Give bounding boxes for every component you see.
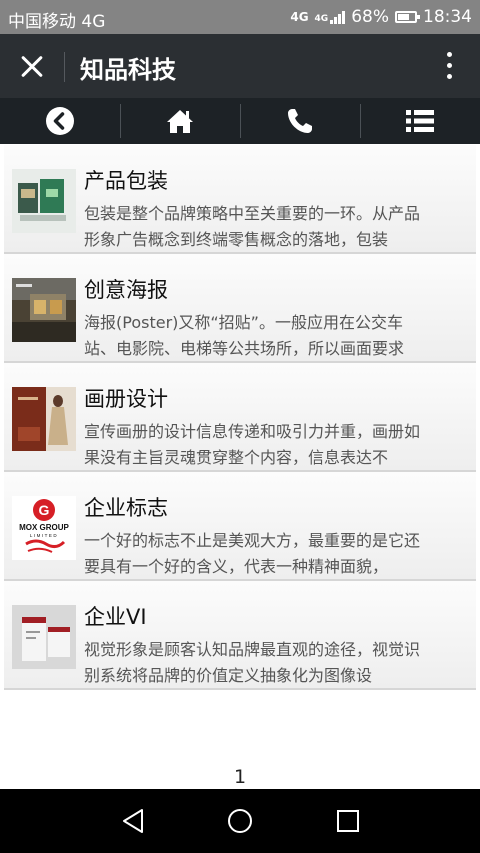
system-recents-icon[interactable] <box>334 807 362 835</box>
list-item[interactable]: G MOX GROUP LIMITED 企业标志 一个好的标志不止是美观大方，最… <box>4 472 476 581</box>
close-icon[interactable] <box>14 48 50 84</box>
status-bar: 中国移动 4G 4G 4G 68% 18:34 <box>0 0 480 34</box>
article-list: 产品包装 包装是整个品牌策略中至关重要的一环。从产品形象广告概念到终端零售概念的… <box>4 145 476 690</box>
item-title: 企业VI <box>84 605 147 629</box>
item-title: 产品包装 <box>84 169 168 193</box>
system-back-icon[interactable] <box>120 807 148 835</box>
nav-home-button[interactable] <box>120 98 240 144</box>
item-description: 视觉形象是顾客认知品牌最直观的途径，视觉识别系统将品牌的价值定义抽象化为图像设 <box>84 640 421 685</box>
item-description: 包装是整个品牌策略中至关重要的一环。从产品形象广告概念到终端零售概念的落地，包装 <box>84 204 421 249</box>
list-item[interactable]: 画册设计 宣传画册的设计信息传递和吸引力并重，画册如果没有主旨灵魂贯穿整个内容，… <box>4 363 476 472</box>
system-nav-bar <box>0 789 480 853</box>
status-icons: 4G 4G 68% 18:34 <box>290 7 472 27</box>
back-circle-icon <box>46 107 74 135</box>
item-description: 宣传画册的设计信息传递和吸引力并重，画册如果没有主旨灵魂贯穿整个内容，信息表达不 <box>84 422 421 467</box>
more-options-icon[interactable] <box>446 52 454 80</box>
network-type-label-2: 4G <box>314 14 329 24</box>
page-title: 知品科技 <box>80 56 176 84</box>
packaging-thumbnail <box>12 169 76 233</box>
nav-phone-button[interactable] <box>240 98 360 144</box>
battery-percent: 68% <box>351 7 389 27</box>
page-number: 1 <box>233 766 247 788</box>
logo-name-text: MOX GROUP <box>19 523 69 532</box>
logo-thumbnail: G MOX GROUP LIMITED <box>12 496 76 560</box>
item-title: 画册设计 <box>84 387 168 411</box>
poster-thumbnail <box>12 278 76 342</box>
nav-bar <box>0 98 480 144</box>
logo-subname-text: LIMITED <box>30 533 58 538</box>
item-description: 一个好的标志不止是美观大方，最重要的是它还要具有一个好的含义，代表一种精神面貌， <box>84 531 421 576</box>
title-bar: 知品科技 <box>0 34 480 98</box>
list-item[interactable]: 产品包装 包装是整个品牌策略中至关重要的一环。从产品形象广告概念到终端零售概念的… <box>4 145 476 254</box>
phone-icon <box>288 109 312 133</box>
item-description: 海报(Poster)又称“招贴”。一般应用在公交车站、电影院、电梯等公共场所，所… <box>84 313 405 358</box>
nav-menu-button[interactable] <box>360 98 480 144</box>
network-type-label: 4G <box>290 10 309 24</box>
home-icon <box>167 110 193 133</box>
divider <box>64 52 65 82</box>
nav-back-button[interactable] <box>0 98 120 144</box>
battery-icon <box>395 11 420 23</box>
carrier-label: 中国移动 4G <box>8 12 106 32</box>
signal-icon: 4G <box>315 10 346 24</box>
item-title: 创意海报 <box>84 278 168 302</box>
list-item[interactable]: 创意海报 海报(Poster)又称“招贴”。一般应用在公交车站、电影院、电梯等公… <box>4 254 476 363</box>
menu-list-icon <box>406 110 434 132</box>
system-home-icon[interactable] <box>226 807 254 835</box>
clock: 18:34 <box>423 7 472 27</box>
brochure-thumbnail <box>12 387 76 451</box>
list-item[interactable]: 企业VI 视觉形象是顾客认知品牌最直观的途径，视觉识别系统将品牌的价值定义抽象化… <box>4 581 476 690</box>
vi-thumbnail <box>12 605 76 669</box>
item-title: 企业标志 <box>84 496 168 520</box>
svg-text:G: G <box>39 502 50 518</box>
